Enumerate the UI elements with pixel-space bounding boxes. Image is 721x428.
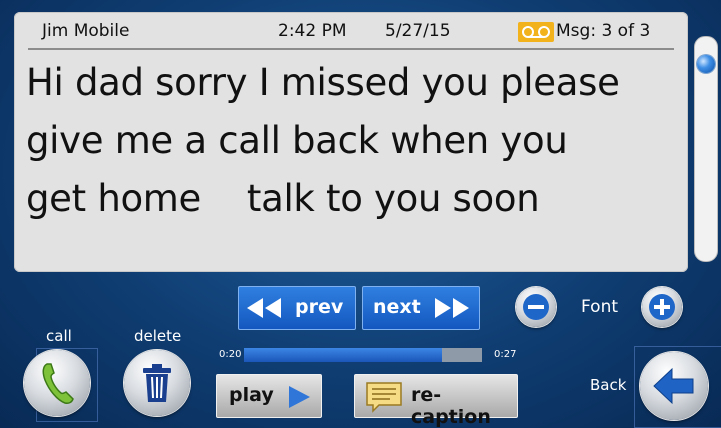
playback-end: 0:27 (494, 349, 517, 360)
delete-label: delete (134, 327, 182, 345)
message-header: Jim Mobile 2:42 PM 5/27/15 Msg: 3 of 3 (28, 12, 688, 48)
playback-progress[interactable] (244, 348, 482, 362)
next-button[interactable]: next (362, 286, 480, 330)
message-time: 2:42 PM (278, 21, 347, 41)
prev-button[interactable]: prev (238, 286, 356, 330)
call-button[interactable] (24, 350, 90, 416)
caption-line: give me a call back when you (26, 119, 568, 162)
fast-forward-icon (435, 298, 469, 318)
play-label: play (229, 384, 274, 406)
caption-line: get home talk to you soon (26, 177, 540, 220)
caption-scrollbar[interactable] (694, 36, 718, 262)
recaption-label: re-caption (411, 384, 491, 428)
plus-icon (649, 294, 675, 320)
back-button[interactable] (640, 352, 708, 420)
next-label: next (373, 296, 421, 318)
play-icon (289, 386, 310, 408)
caption-line: Hi dad sorry I missed you please (26, 61, 620, 104)
recaption-button[interactable]: re-caption (354, 374, 518, 428)
call-label: call (46, 327, 72, 345)
playback-start: 0:20 (219, 349, 242, 360)
caller-name: Jim Mobile (42, 21, 130, 41)
font-decrease-button[interactable] (516, 287, 556, 327)
minus-icon (523, 294, 549, 320)
playback-progress-fill (244, 348, 442, 362)
message-counter: Msg: 3 of 3 (556, 21, 651, 41)
prev-label: prev (295, 296, 344, 318)
rewind-icon (247, 298, 281, 318)
phone-icon (42, 363, 74, 404)
caption-text: Hi dad sorry I missed you please give me… (26, 54, 686, 228)
voicemail-icon (518, 22, 554, 42)
trash-icon (143, 364, 171, 402)
scrollbar-thumb[interactable] (697, 55, 715, 73)
play-button[interactable]: play (216, 374, 322, 418)
message-date: 5/27/15 (385, 21, 451, 41)
back-arrow-icon (653, 367, 694, 405)
header-divider (28, 48, 674, 50)
font-increase-button[interactable] (642, 287, 682, 327)
delete-button[interactable] (124, 350, 190, 416)
font-label: Font (581, 297, 619, 317)
back-label: Back (590, 376, 627, 394)
caption-icon (366, 382, 402, 413)
caption-panel: Jim Mobile 2:42 PM 5/27/15 Msg: 3 of 3 H… (14, 12, 688, 272)
